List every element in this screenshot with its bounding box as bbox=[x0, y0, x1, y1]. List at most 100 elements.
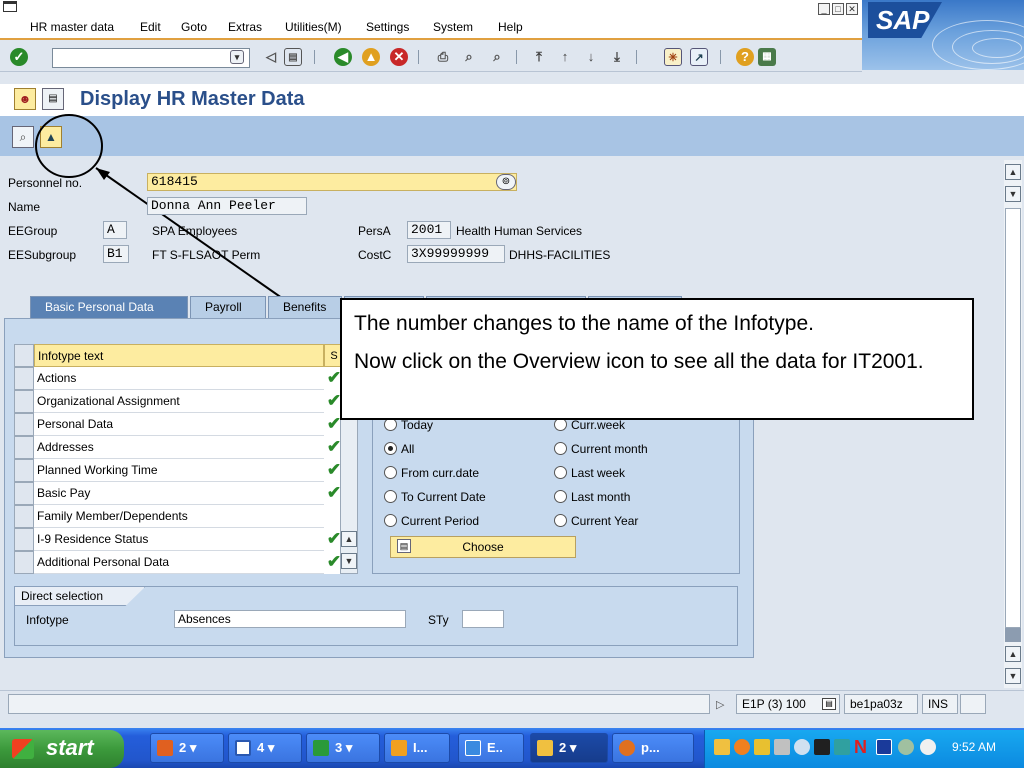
last-page-icon[interactable]: ⤓ bbox=[608, 48, 626, 66]
find-icon[interactable]: ⌕ bbox=[460, 48, 478, 66]
radio-today[interactable]: Today bbox=[384, 418, 433, 432]
table-row[interactable]: I-9 Residence Status ✔ bbox=[14, 528, 344, 551]
row-selector[interactable] bbox=[14, 413, 34, 436]
table-row[interactable]: Family Member/Dependents bbox=[14, 505, 344, 528]
page-scroll-up-icon[interactable]: ▲ bbox=[1005, 164, 1021, 180]
taskbar-item-calendar[interactable]: I... bbox=[384, 733, 450, 763]
tab-payroll[interactable]: Payroll bbox=[190, 296, 266, 318]
layout-menu-icon[interactable]: ▦ bbox=[758, 48, 776, 66]
help-icon[interactable]: ? bbox=[736, 48, 754, 66]
page-scroll-thumb[interactable] bbox=[1005, 628, 1021, 642]
create-session-icon[interactable]: ✳ bbox=[664, 48, 682, 66]
first-page-icon[interactable]: ⤒ bbox=[530, 48, 548, 66]
command-field[interactable] bbox=[52, 48, 250, 68]
tab-basic-personal-data[interactable]: Basic Personal Data bbox=[30, 296, 188, 318]
radio-to-current-date[interactable]: To Current Date bbox=[384, 490, 486, 504]
taskbar-item-folder[interactable]: 2 ▾ bbox=[530, 733, 608, 763]
enter-icon[interactable]: ✓ bbox=[10, 48, 28, 66]
security-tray-icon[interactable] bbox=[898, 739, 914, 755]
scroll-down-icon[interactable]: ▼ bbox=[341, 553, 357, 569]
row-selector[interactable] bbox=[14, 459, 34, 482]
radio-current-period[interactable]: Current Period bbox=[384, 514, 479, 528]
taskbar-item-word[interactable]: 4 ▾ bbox=[228, 733, 302, 763]
taskbar-item-excel[interactable]: 3 ▾ bbox=[306, 733, 380, 763]
expand-status-icon[interactable]: ▷ bbox=[716, 698, 724, 711]
table-row[interactable]: Planned Working Time ✔ bbox=[14, 459, 344, 482]
window-icon[interactable] bbox=[3, 1, 17, 12]
row-selector[interactable] bbox=[14, 528, 34, 551]
radio-all[interactable]: All bbox=[384, 442, 414, 456]
people-tray-icon[interactable] bbox=[814, 739, 830, 755]
table-row[interactable]: Basic Pay ✔ bbox=[14, 482, 344, 505]
row-selector[interactable] bbox=[14, 390, 34, 413]
taskbar-item-firefox[interactable]: p... bbox=[612, 733, 694, 763]
radio-last-week[interactable]: Last week bbox=[554, 466, 625, 480]
menu-settings[interactable]: Settings bbox=[366, 20, 409, 34]
command-dropdown-icon[interactable]: ▾ bbox=[230, 50, 244, 64]
menu-system[interactable]: System bbox=[433, 20, 473, 34]
close-icon[interactable]: ✕ bbox=[846, 3, 858, 15]
infotype-text-cell[interactable]: Basic Pay bbox=[34, 482, 324, 505]
radio-last-month[interactable]: Last month bbox=[554, 490, 630, 504]
shortcut-icon[interactable]: ↗ bbox=[690, 48, 708, 66]
menu-edit[interactable]: Edit bbox=[140, 20, 161, 34]
personnel-no-field[interactable]: 618415 bbox=[147, 173, 517, 191]
infotype-text-cell[interactable]: Additional Personal Data bbox=[34, 551, 324, 574]
menu-extras[interactable]: Extras bbox=[228, 20, 262, 34]
subtype-input[interactable] bbox=[462, 610, 504, 628]
infotype-text-cell[interactable]: I-9 Residence Status bbox=[34, 528, 324, 551]
radio-from-curr-date[interactable]: From curr.date bbox=[384, 466, 479, 480]
system-info-icon[interactable]: ▤ bbox=[822, 698, 836, 710]
menu-help[interactable]: Help bbox=[498, 20, 523, 34]
row-selector[interactable] bbox=[14, 436, 34, 459]
infotype-text-cell[interactable]: Planned Working Time bbox=[34, 459, 324, 482]
table-row[interactable]: Addresses ✔ bbox=[14, 436, 344, 459]
select-all-cell[interactable] bbox=[14, 344, 34, 367]
page-scroll-down2-icon[interactable]: ▼ bbox=[1005, 668, 1021, 684]
find-next-icon[interactable]: ⌕ bbox=[488, 48, 506, 66]
save-icon[interactable]: ▤ bbox=[284, 48, 302, 66]
page-scroll-up2-icon[interactable]: ▲ bbox=[1005, 646, 1021, 662]
taskbar-item-powerpoint[interactable]: 2 ▾ bbox=[150, 733, 224, 763]
menu-hr-master-data[interactable]: HR master data bbox=[30, 20, 114, 34]
radio-current-year[interactable]: Current Year bbox=[554, 514, 638, 528]
back-icon[interactable]: ◀ bbox=[334, 48, 352, 66]
mail-icon[interactable] bbox=[714, 739, 730, 755]
column-header-infotype-text[interactable]: Infotype text bbox=[34, 344, 324, 367]
tool-tray-icon[interactable] bbox=[774, 739, 790, 755]
row-selector[interactable] bbox=[14, 367, 34, 390]
n-tray-icon[interactable]: N bbox=[854, 738, 870, 756]
next-page-icon[interactable]: ↓ bbox=[582, 48, 600, 66]
clock-tray-icon[interactable] bbox=[734, 739, 750, 755]
infotype-text-cell[interactable]: Addresses bbox=[34, 436, 324, 459]
infotype-text-cell[interactable]: Actions bbox=[34, 367, 324, 390]
infotype-input[interactable]: Absences bbox=[174, 610, 406, 628]
folder-tray-icon[interactable] bbox=[754, 739, 770, 755]
volume-tray-icon[interactable] bbox=[920, 739, 936, 755]
infotype-text-cell[interactable]: Organizational Assignment bbox=[34, 390, 324, 413]
maximize-icon[interactable]: □ bbox=[832, 3, 844, 15]
table-row[interactable]: Organizational Assignment ✔ bbox=[14, 390, 344, 413]
search-help-icon[interactable]: ⊚ bbox=[496, 174, 516, 190]
page-scroll-down-icon[interactable]: ▼ bbox=[1005, 186, 1021, 202]
table-row[interactable]: Additional Personal Data ✔ bbox=[14, 551, 344, 574]
table-row[interactable]: Personal Data ✔ bbox=[14, 413, 344, 436]
row-selector[interactable] bbox=[14, 551, 34, 574]
taskbar-item-explorer[interactable]: E.. bbox=[458, 733, 524, 763]
back-arrow-icon[interactable]: ◁ bbox=[262, 48, 280, 66]
display-tray-icon[interactable] bbox=[834, 739, 850, 755]
infotype-text-cell[interactable]: Personal Data bbox=[34, 413, 324, 436]
start-button[interactable]: start bbox=[0, 730, 124, 768]
exit-icon[interactable]: ▲ bbox=[362, 48, 380, 66]
play-tray-icon[interactable] bbox=[876, 739, 892, 755]
page-scroll-track[interactable] bbox=[1005, 208, 1021, 628]
menu-goto[interactable]: Goto bbox=[181, 20, 207, 34]
network-tray-icon[interactable] bbox=[794, 739, 810, 755]
choose-button[interactable]: ▤ Choose bbox=[390, 536, 576, 558]
table-row[interactable]: Actions ✔ bbox=[14, 367, 344, 390]
print-icon[interactable]: ⎙ bbox=[434, 48, 452, 66]
radio-current-month[interactable]: Current month bbox=[554, 442, 648, 456]
tab-benefits[interactable]: Benefits bbox=[268, 296, 342, 318]
scroll-up-icon[interactable]: ▲ bbox=[341, 531, 357, 547]
radio-curr-week[interactable]: Curr.week bbox=[554, 418, 625, 432]
